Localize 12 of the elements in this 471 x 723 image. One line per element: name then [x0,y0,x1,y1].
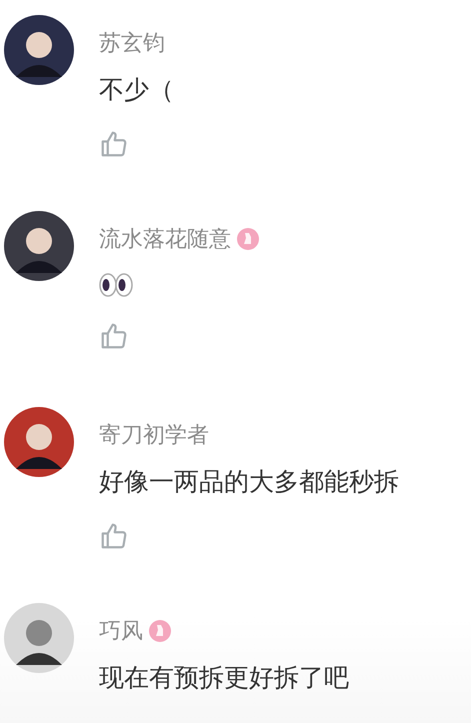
comment-text: 现在有预拆更好拆了吧 [99,662,349,694]
username[interactable]: 巧风 [99,616,143,646]
comment-text: 好像一两品的大多都能秒拆 [99,466,399,498]
avatar[interactable] [4,15,74,85]
avatar[interactable] [4,211,74,281]
comment-text: 不少（ [99,74,174,106]
username[interactable]: 苏玄钧 [99,28,165,58]
username[interactable]: 流水落花随意 [99,224,231,254]
avatar[interactable] [4,603,74,673]
username[interactable]: 寄刀初学者 [99,420,209,450]
eyes-icon [99,273,133,297]
avatar[interactable] [4,407,74,477]
